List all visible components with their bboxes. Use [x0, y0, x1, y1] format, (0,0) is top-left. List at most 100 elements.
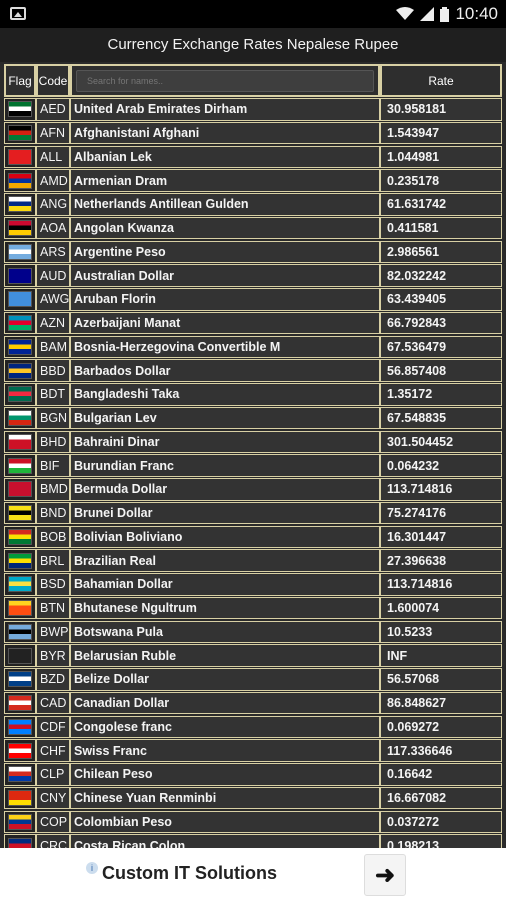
table-row[interactable]: CLP Chilean Peso 0.16642	[4, 763, 502, 787]
column-header-rate: Rate	[380, 64, 502, 97]
rate-cell: 86.848627	[380, 691, 502, 715]
table-row[interactable]: AOA Angolan Kwanza 0.411581	[4, 216, 502, 241]
ad-content[interactable]: i Custom IT Solutions ➜	[82, 850, 424, 898]
table-row[interactable]: CRC Costa Rican Colon 0.198213	[4, 834, 502, 848]
table-row[interactable]: BYR Belarusian Ruble INF	[4, 644, 502, 668]
code-cell: AED	[36, 98, 70, 121]
table-row[interactable]: BHD Bahraini Dinar 301.504452	[4, 430, 502, 455]
flag-cell	[4, 786, 36, 810]
flag-bdt-icon	[8, 386, 32, 403]
code-cell: CDF	[36, 715, 70, 738]
flag-bnd-icon	[8, 505, 32, 521]
table-row[interactable]: COP Colombian Peso 0.037272	[4, 810, 502, 835]
flag-cad-icon	[8, 695, 32, 711]
table-row[interactable]: BTN Bhutanese Ngultrum 1.600074	[4, 596, 502, 621]
flag-cdf-icon	[8, 718, 32, 735]
rate-cell: INF	[380, 644, 502, 667]
table-row[interactable]: ARS Argentine Peso 2.986561	[4, 240, 502, 265]
ad-title[interactable]: Custom IT Solutions	[102, 863, 277, 884]
ad-banner[interactable]: i Custom IT Solutions ➜	[0, 848, 506, 900]
rate-cell: 10.5233	[380, 620, 502, 643]
table-row[interactable]: BDT Bangladeshi Taka 1.35172	[4, 383, 502, 407]
rate-cell: 67.536479	[380, 335, 502, 358]
table-row[interactable]: AZN Azerbaijani Manat 66.792843	[4, 311, 502, 336]
table-row[interactable]: BWP Botswana Pula 10.5233	[4, 620, 502, 645]
flag-cell	[4, 478, 36, 501]
flag-bif-icon	[8, 457, 32, 474]
name-cell: Bulgarian Lev	[70, 406, 380, 430]
table-row[interactable]: BZD Belize Dollar 56.57068	[4, 668, 502, 692]
rate-cell: 2.986561	[380, 240, 502, 263]
table-row[interactable]: ANG Netherlands Antillean Gulden 61.631742	[4, 193, 502, 217]
rate-cell: 0.16642	[380, 763, 502, 786]
code-cell: ARS	[36, 240, 70, 263]
status-bar: 10:40	[0, 0, 506, 28]
table-row[interactable]: AWG Aruban Florin 63.439405	[4, 288, 502, 312]
table-row[interactable]: BOB Bolivian Boliviano 16.301447	[4, 525, 502, 550]
name-cell: Chinese Yuan Renminbi	[70, 786, 380, 810]
table-row[interactable]: AFN Afghanistani Afghani 1.543947	[4, 121, 502, 146]
table-row[interactable]: AUD Australian Dollar 82.032242	[4, 264, 502, 288]
name-cell: Barbados Dollar	[70, 359, 380, 382]
table-row[interactable]: CNY Chinese Yuan Renminbi 16.667082	[4, 786, 502, 811]
flag-cell	[4, 121, 36, 145]
table-body: AED United Arab Emirates Dirham 30.958181 A…	[4, 98, 502, 848]
flag-cell	[4, 454, 36, 477]
flag-cell	[4, 193, 36, 216]
rate-cell: 16.667082	[380, 786, 502, 810]
table-row[interactable]: BSD Bahamian Dollar 113.714816	[4, 573, 502, 597]
name-cell: United Arab Emirates Dirham	[70, 98, 380, 121]
code-cell: ALL	[36, 145, 70, 168]
name-cell: Swiss Franc	[70, 739, 380, 762]
flag-cell	[4, 549, 36, 572]
flag-cell	[4, 739, 36, 762]
rate-cell: 56.857408	[380, 359, 502, 382]
code-cell: BDT	[36, 383, 70, 406]
table-row[interactable]: CDF Congolese franc 0.069272	[4, 715, 502, 740]
table-row[interactable]: CHF Swiss Franc 117.336646	[4, 739, 502, 763]
flag-cell	[4, 644, 36, 667]
table-row[interactable]: AED United Arab Emirates Dirham 30.958181	[4, 98, 502, 122]
name-cell: Bahraini Dinar	[70, 430, 380, 453]
code-cell: BND	[36, 501, 70, 525]
name-cell: Colombian Peso	[70, 810, 380, 833]
table-row[interactable]: BBD Barbados Dollar 56.857408	[4, 359, 502, 383]
flag-btn-icon	[8, 600, 32, 616]
table-row[interactable]: BAM Bosnia-Herzegovina Convertible M 67.53…	[4, 335, 502, 360]
flag-bhd-icon	[8, 433, 32, 450]
table-row[interactable]: BND Brunei Dollar 75.274176	[4, 501, 502, 526]
flag-brl-icon	[8, 552, 32, 569]
table-row[interactable]: BGN Bulgarian Lev 67.548835	[4, 406, 502, 431]
search-input[interactable]	[76, 69, 374, 92]
flag-aoa-icon	[8, 220, 32, 236]
name-cell: Afghanistani Afghani	[70, 121, 380, 145]
table-row[interactable]: BMD Bermuda Dollar 113.714816	[4, 478, 502, 502]
name-cell: Congolese franc	[70, 715, 380, 738]
table-row[interactable]: CAD Canadian Dollar 86.848627	[4, 691, 502, 716]
name-cell: Bolivian Boliviano	[70, 525, 380, 548]
code-cell: CLP	[36, 763, 70, 786]
name-cell: Canadian Dollar	[70, 691, 380, 715]
ad-info-icon[interactable]: i	[86, 862, 98, 874]
flag-cell	[4, 216, 36, 240]
flag-cell	[4, 98, 36, 121]
flag-cop-icon	[8, 813, 32, 830]
column-header-code: Code	[36, 64, 70, 97]
name-cell: Belarusian Ruble	[70, 644, 380, 667]
flag-aed-icon	[8, 101, 32, 118]
flag-cell	[4, 264, 36, 287]
flag-cell	[4, 620, 36, 643]
rate-cell: 63.439405	[380, 288, 502, 311]
flag-amd-icon	[8, 172, 32, 189]
name-cell: Armenian Dram	[70, 169, 380, 192]
code-cell: AMD	[36, 169, 70, 192]
table-row[interactable]: AMD Armenian Dram 0.235178	[4, 169, 502, 193]
flag-bob-icon	[8, 528, 32, 545]
code-cell: AWG	[36, 288, 70, 311]
ad-arrow-button[interactable]: ➜	[364, 854, 406, 896]
flag-byr-icon	[8, 647, 32, 664]
table-row[interactable]: ALL Albanian Lek 1.044981	[4, 145, 502, 170]
table-row[interactable]: BRL Brazilian Real 27.396638	[4, 549, 502, 573]
table-row[interactable]: BIF Burundian Franc 0.064232	[4, 454, 502, 478]
rate-cell: 30.958181	[380, 98, 502, 121]
